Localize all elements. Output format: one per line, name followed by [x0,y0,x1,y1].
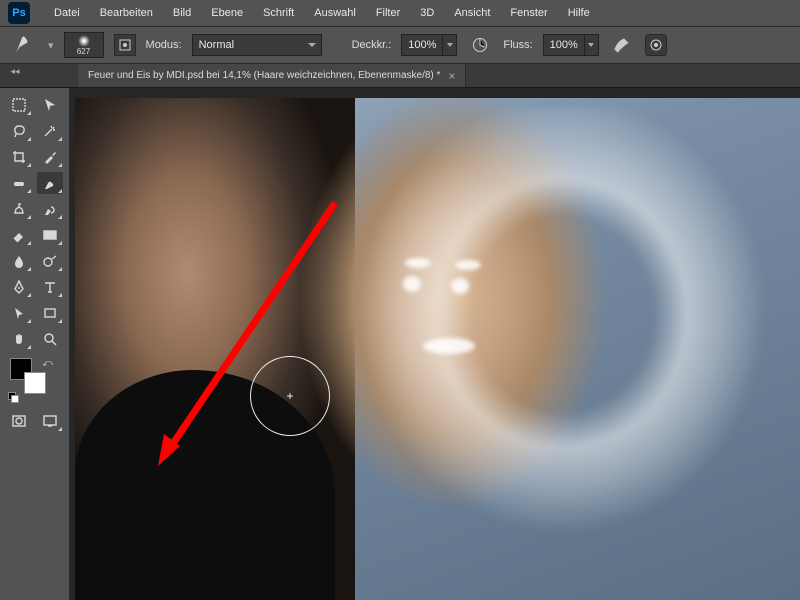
path-selection-tool[interactable] [6,302,32,324]
opacity-label: Deckkr.: [352,39,392,51]
screen-mode-icon[interactable] [37,410,63,432]
menu-filter[interactable]: Filter [366,3,410,23]
menu-3d[interactable]: 3D [410,3,444,23]
lasso-tool[interactable] [6,120,32,142]
flow-label: Fluss: [503,39,532,51]
move-tool[interactable] [37,94,63,116]
menu-edit[interactable]: Bearbeiten [90,3,163,23]
menu-window[interactable]: Fenster [500,3,557,23]
menu-type[interactable]: Schrift [253,3,304,23]
collapse-panels-icon[interactable]: ◂◂ [8,66,22,76]
menu-bar: Ps Datei Bearbeiten Bild Ebene Schrift A… [0,0,800,26]
history-brush-tool[interactable] [37,198,63,220]
swap-colors-icon[interactable]: ⤺ [42,358,53,369]
menu-image[interactable]: Bild [163,3,201,23]
pressure-size-icon[interactable] [645,34,667,56]
menu-select[interactable]: Auswahl [304,3,366,23]
pen-tool[interactable] [6,276,32,298]
rectangle-tool[interactable] [37,302,63,324]
type-tool[interactable] [37,276,63,298]
document-image [85,98,800,600]
airbrush-icon[interactable] [609,32,635,58]
flow-field[interactable]: 100% [543,34,585,56]
menu-help[interactable]: Hilfe [558,3,600,23]
spot-healing-brush-tool[interactable] [6,172,32,194]
brush-cursor [250,356,330,436]
opacity-field[interactable]: 100% [401,34,443,56]
quick-mask-icon[interactable] [6,410,32,432]
close-icon[interactable]: × [448,70,455,82]
document-tabs: Feuer und Eis by MDI.psd bei 14,1% (Haar… [0,64,800,88]
options-bar: ▾ 627 Modus: Normal Deckkr.: 100% Fluss:… [0,26,800,64]
brush-tool[interactable] [37,172,63,194]
eraser-tool[interactable] [6,224,32,246]
pressure-opacity-icon[interactable] [467,32,493,58]
flow-dropdown[interactable] [585,34,599,56]
brush-size-value: 627 [77,47,90,56]
magic-wand-tool[interactable] [37,120,63,142]
background-color[interactable] [24,372,46,394]
current-tool-icon[interactable] [12,32,38,58]
brush-panel-toggle[interactable] [114,34,136,56]
document-tab-active[interactable]: Feuer und Eis by MDI.psd bei 14,1% (Haar… [78,64,466,87]
document-tab-title: Feuer und Eis by MDI.psd bei 14,1% (Haar… [88,70,440,81]
gradient-tool[interactable] [37,224,63,246]
mode-label: Modus: [146,39,182,51]
opacity-dropdown[interactable] [443,34,457,56]
menu-view[interactable]: Ansicht [444,3,500,23]
dodge-tool[interactable] [37,250,63,272]
color-swatches: ⤺ [6,358,63,402]
menu-layer[interactable]: Ebene [201,3,253,23]
rectangular-marquee-tool[interactable] [6,94,32,116]
clone-stamp-tool[interactable] [6,198,32,220]
brush-preset-picker[interactable]: 627 [64,32,104,58]
canvas[interactable] [70,88,800,600]
blend-mode-select[interactable]: Normal [192,34,322,56]
eyedropper-tool[interactable] [37,146,63,168]
menu-file[interactable]: Datei [44,3,90,23]
default-colors-icon[interactable] [8,392,18,402]
toolbox: ⤺ [0,88,70,600]
hand-tool[interactable] [6,328,32,350]
crop-tool[interactable] [6,146,32,168]
blur-tool[interactable] [6,250,32,272]
zoom-tool[interactable] [37,328,63,350]
app-logo: Ps [8,2,30,24]
